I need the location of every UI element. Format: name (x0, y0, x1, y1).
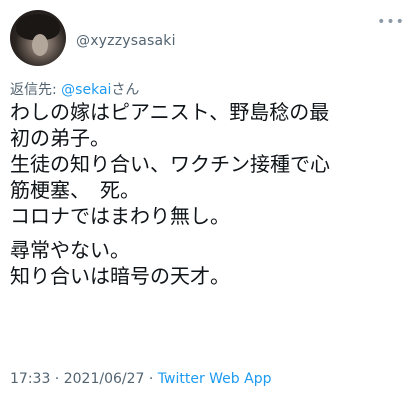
tweet-date[interactable]: 2021/06/27 (64, 371, 145, 387)
tweet-line: わしの嫁はピアニスト、野島稔の最 (10, 100, 330, 124)
tweet-line: コロナではまわり無し。 (10, 204, 230, 228)
tweet-header: @xyzzysasaki ••• (10, 10, 404, 66)
avatar-face (32, 34, 48, 56)
more-options-icon[interactable]: ••• (377, 12, 404, 32)
tweet-line: 尋常やない。 (10, 238, 130, 262)
meta-separator: · (50, 371, 64, 387)
tweet-line: 初の弟子。 (10, 126, 110, 150)
tweet-line: 筋梗塞、 死。 (10, 178, 140, 202)
reply-prefix: 返信先: (10, 82, 62, 98)
reply-to-line: 返信先: @sekaiさん (10, 79, 139, 99)
username[interactable]: @xyzzysasaki (76, 33, 176, 49)
avatar[interactable] (10, 10, 66, 66)
meta-separator: · (144, 371, 158, 387)
reply-mention-link[interactable]: @sekai (61, 82, 111, 98)
tweet-time[interactable]: 17:33 (10, 371, 50, 387)
tweet-meta: 17:33 · 2021/06/27 · Twitter Web App (10, 371, 271, 387)
tweet-line: 生徒の知り合い、ワクチン接種で心 (10, 152, 330, 176)
tweet-line: 知り合いは暗号の天才。 (10, 264, 230, 288)
tweet-source-link[interactable]: Twitter Web App (158, 371, 272, 387)
reply-suffix: さん (111, 82, 140, 98)
tweet-text: わしの嫁はピアニスト、野島稔の最 初の弟子。 生徒の知り合い、ワクチン接種で心 … (10, 99, 406, 289)
